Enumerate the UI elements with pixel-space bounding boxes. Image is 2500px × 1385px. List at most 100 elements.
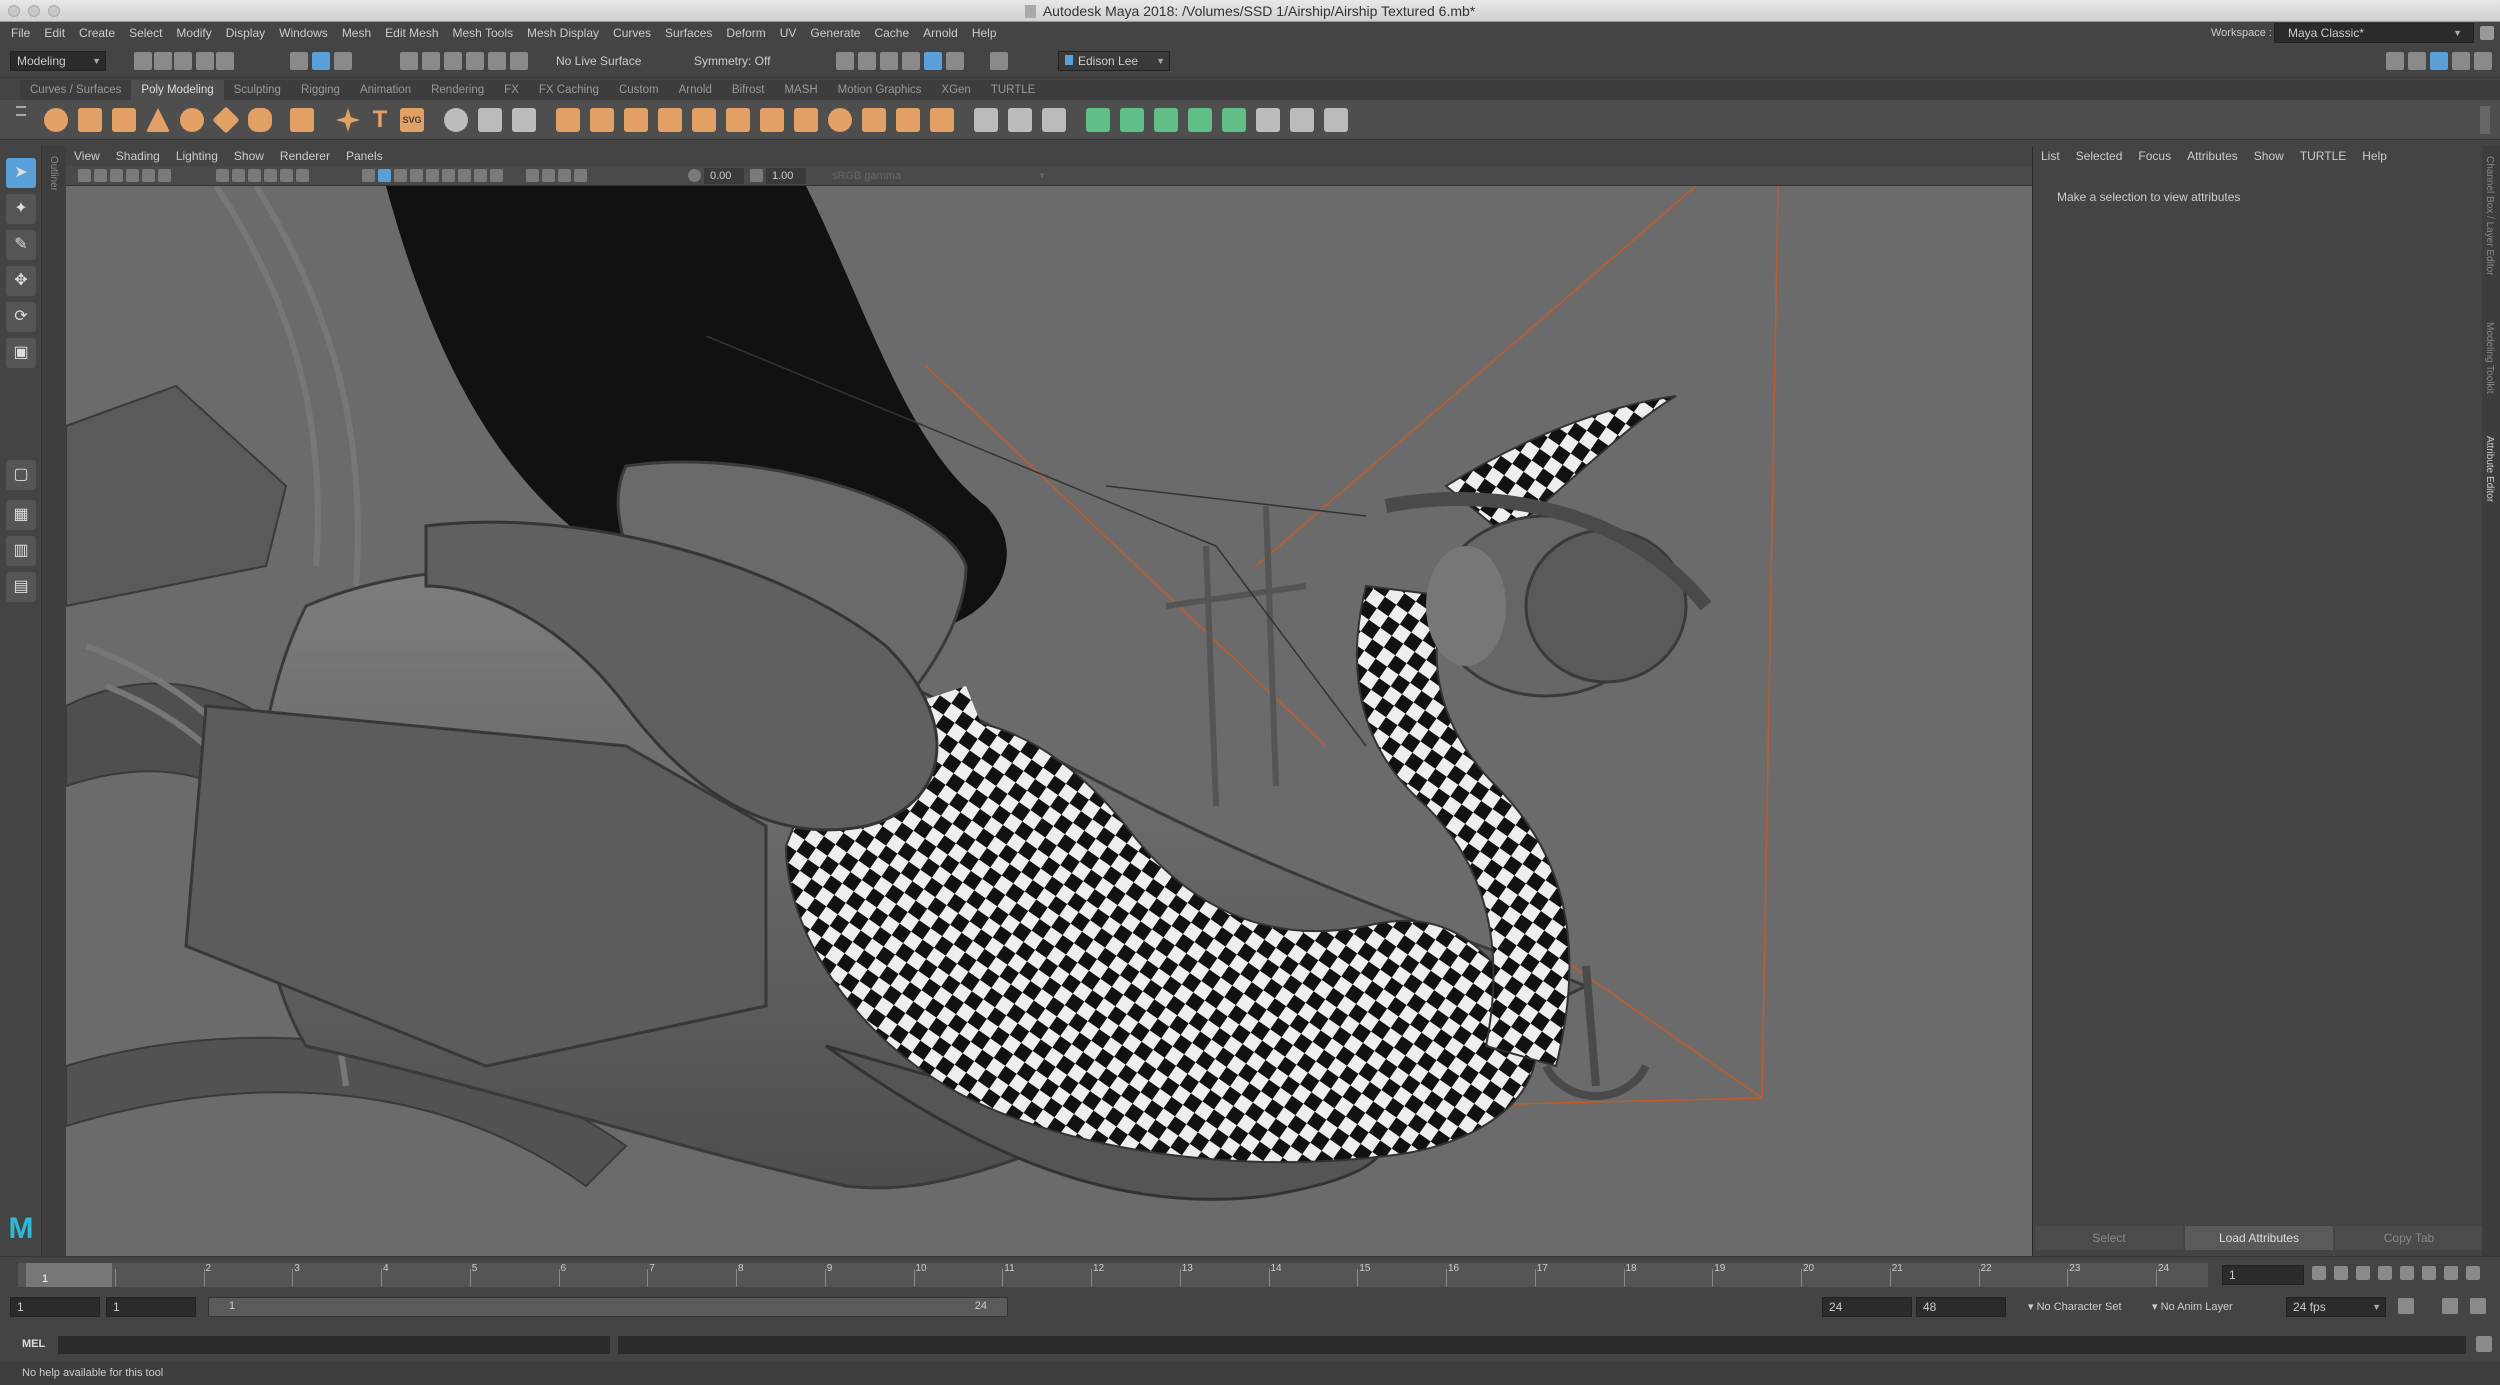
lasso-tool-icon[interactable]: ✦ xyxy=(6,194,36,224)
render-settings-icon[interactable] xyxy=(902,52,920,70)
poly-cube-icon[interactable] xyxy=(78,108,102,132)
uv-editor-icon[interactable] xyxy=(1086,108,1110,132)
viewport-menu-shading[interactable]: Shading xyxy=(108,149,168,163)
mirror-icon[interactable] xyxy=(726,108,750,132)
outliner-collapsed-strip[interactable]: Outliner xyxy=(42,146,66,1256)
ae-menu-help[interactable]: Help xyxy=(2354,149,2395,163)
ae-menu-focus[interactable]: Focus xyxy=(2130,149,2179,163)
viewport-menu-lighting[interactable]: Lighting xyxy=(168,149,226,163)
step-forward-frame-icon[interactable] xyxy=(2422,1266,2436,1280)
shelf-tab-turtle[interactable]: TURTLE xyxy=(981,80,1046,100)
snap-curve-icon[interactable] xyxy=(422,52,440,70)
cylindrical-map-icon[interactable] xyxy=(1154,108,1178,132)
camera-select-icon[interactable] xyxy=(78,169,91,182)
current-time-indicator[interactable] xyxy=(26,1263,112,1287)
poly-sphere-icon[interactable] xyxy=(44,108,68,132)
render-frame-icon[interactable] xyxy=(836,52,854,70)
menu-mesh-display[interactable]: Mesh Display xyxy=(520,22,606,44)
shelf-tab-xgen[interactable]: XGen xyxy=(931,80,980,100)
step-back-key-icon[interactable] xyxy=(2334,1266,2348,1280)
select-button[interactable]: Select xyxy=(2035,1226,2183,1250)
bridge-icon[interactable] xyxy=(794,108,818,132)
textured-icon[interactable] xyxy=(410,169,423,182)
color-space-dropdown[interactable]: sRGB gamma ▼ xyxy=(826,168,1050,184)
minimize-window-button[interactable] xyxy=(28,5,40,17)
scene-render[interactable] xyxy=(66,186,2032,1256)
script-editor-icon[interactable] xyxy=(2476,1336,2492,1352)
snap-view-icon[interactable] xyxy=(466,52,484,70)
time-slider-track[interactable]: 1 2 3 4 5 6 7 8 9 10 11 12 13 14 15 16 17 18 19 20 21 22 23 24 xyxy=(18,1263,2208,1287)
pause-viewport-icon[interactable] xyxy=(990,52,1008,70)
user-account-dropdown[interactable]: Edison Lee ▼ xyxy=(1058,51,1170,71)
live-surface-label[interactable]: No Live Surface xyxy=(556,54,641,68)
modeling-toolkit-icon[interactable] xyxy=(2386,52,2404,70)
close-window-button[interactable] xyxy=(8,5,20,17)
select-component-icon[interactable] xyxy=(334,52,352,70)
open-scene-icon[interactable] xyxy=(154,52,172,70)
go-to-end-icon[interactable] xyxy=(2466,1266,2480,1280)
copy-tab-button[interactable]: Copy Tab xyxy=(2335,1226,2483,1250)
poly-plane-icon[interactable] xyxy=(212,106,240,134)
platonic-solid-icon[interactable] xyxy=(290,108,314,132)
auto-key-icon[interactable] xyxy=(2442,1298,2458,1314)
smooth-shade-icon[interactable] xyxy=(378,169,391,182)
gate-mask-icon[interactable] xyxy=(264,169,277,182)
field-chart-icon[interactable] xyxy=(280,169,293,182)
save-scene-icon[interactable] xyxy=(174,52,192,70)
boolean-icon[interactable] xyxy=(624,108,648,132)
poly-torus-icon[interactable] xyxy=(180,108,204,132)
shelf-menu-icon[interactable] xyxy=(16,106,26,116)
zoom-window-button[interactable] xyxy=(48,5,60,17)
menu-generate[interactable]: Generate xyxy=(803,22,867,44)
shadows-icon[interactable] xyxy=(442,169,455,182)
layout-uv-icon[interactable] xyxy=(1324,108,1348,132)
append-icon[interactable] xyxy=(896,108,920,132)
paint-select-tool-icon[interactable]: ✎ xyxy=(6,230,36,260)
gamma-field[interactable]: 1.00 xyxy=(766,168,806,184)
poly-disc-icon[interactable] xyxy=(248,108,272,132)
menu-mesh[interactable]: Mesh xyxy=(335,22,378,44)
shelf-scroll-icon[interactable] xyxy=(2480,106,2490,134)
menu-file[interactable]: File xyxy=(4,22,37,44)
channel-box-icon[interactable] xyxy=(2474,52,2492,70)
play-backwards-icon[interactable] xyxy=(2378,1266,2392,1280)
menu-select[interactable]: Select xyxy=(122,22,169,44)
current-frame-field[interactable]: 1 xyxy=(2222,1265,2304,1285)
shelf-tab-fx[interactable]: FX xyxy=(494,80,529,100)
shelf-tab-curves-surfaces[interactable]: Curves / Surfaces xyxy=(20,80,131,100)
shelf-tab-rigging[interactable]: Rigging xyxy=(291,80,350,100)
shelf-tab-mash[interactable]: MASH xyxy=(774,80,827,100)
lock-icon[interactable] xyxy=(2480,26,2494,40)
menu-modify[interactable]: Modify xyxy=(169,22,218,44)
new-scene-icon[interactable] xyxy=(134,52,152,70)
spherical-map-icon[interactable] xyxy=(1188,108,1212,132)
step-back-frame-icon[interactable] xyxy=(2356,1266,2370,1280)
shelf-tab-motion-graphics[interactable]: Motion Graphics xyxy=(828,80,932,100)
isolate-select-icon[interactable] xyxy=(526,169,539,182)
playback-end-field[interactable]: 24 xyxy=(1822,1297,1912,1317)
pivot-icon[interactable] xyxy=(512,108,536,132)
shelf-tab-rendering[interactable]: Rendering xyxy=(421,80,494,100)
ae-menu-attributes[interactable]: Attributes xyxy=(2179,149,2246,163)
menu-arnold[interactable]: Arnold xyxy=(916,22,965,44)
command-input[interactable] xyxy=(58,1336,610,1354)
xray-active-icon[interactable] xyxy=(574,169,587,182)
loop-icon[interactable] xyxy=(2398,1298,2414,1314)
menu-display[interactable]: Display xyxy=(219,22,272,44)
viewport-menu-show[interactable]: Show xyxy=(226,149,272,163)
anim-layer-dropdown[interactable]: ▾ No Anim Layer xyxy=(2152,1300,2233,1313)
shelf-tab-arnold[interactable]: Arnold xyxy=(669,80,722,100)
safe-action-icon[interactable] xyxy=(296,169,309,182)
camera-attributes-icon[interactable] xyxy=(94,169,107,182)
end-time-field[interactable]: 48 xyxy=(1916,1297,2006,1317)
motion-blur-icon[interactable] xyxy=(474,169,487,182)
bevel-icon[interactable] xyxy=(862,108,886,132)
menu-deform[interactable]: Deform xyxy=(719,22,772,44)
play-forwards-icon[interactable] xyxy=(2400,1266,2414,1280)
bookmark-icon[interactable] xyxy=(110,169,123,182)
poly-cylinder-icon[interactable] xyxy=(112,108,136,132)
shelf-tab-bifrost[interactable]: Bifrost xyxy=(722,80,775,100)
undo-icon[interactable] xyxy=(196,52,214,70)
scale-tool-icon[interactable]: ▣ xyxy=(6,338,36,368)
two-view-layout-icon[interactable]: ▥ xyxy=(6,536,36,566)
